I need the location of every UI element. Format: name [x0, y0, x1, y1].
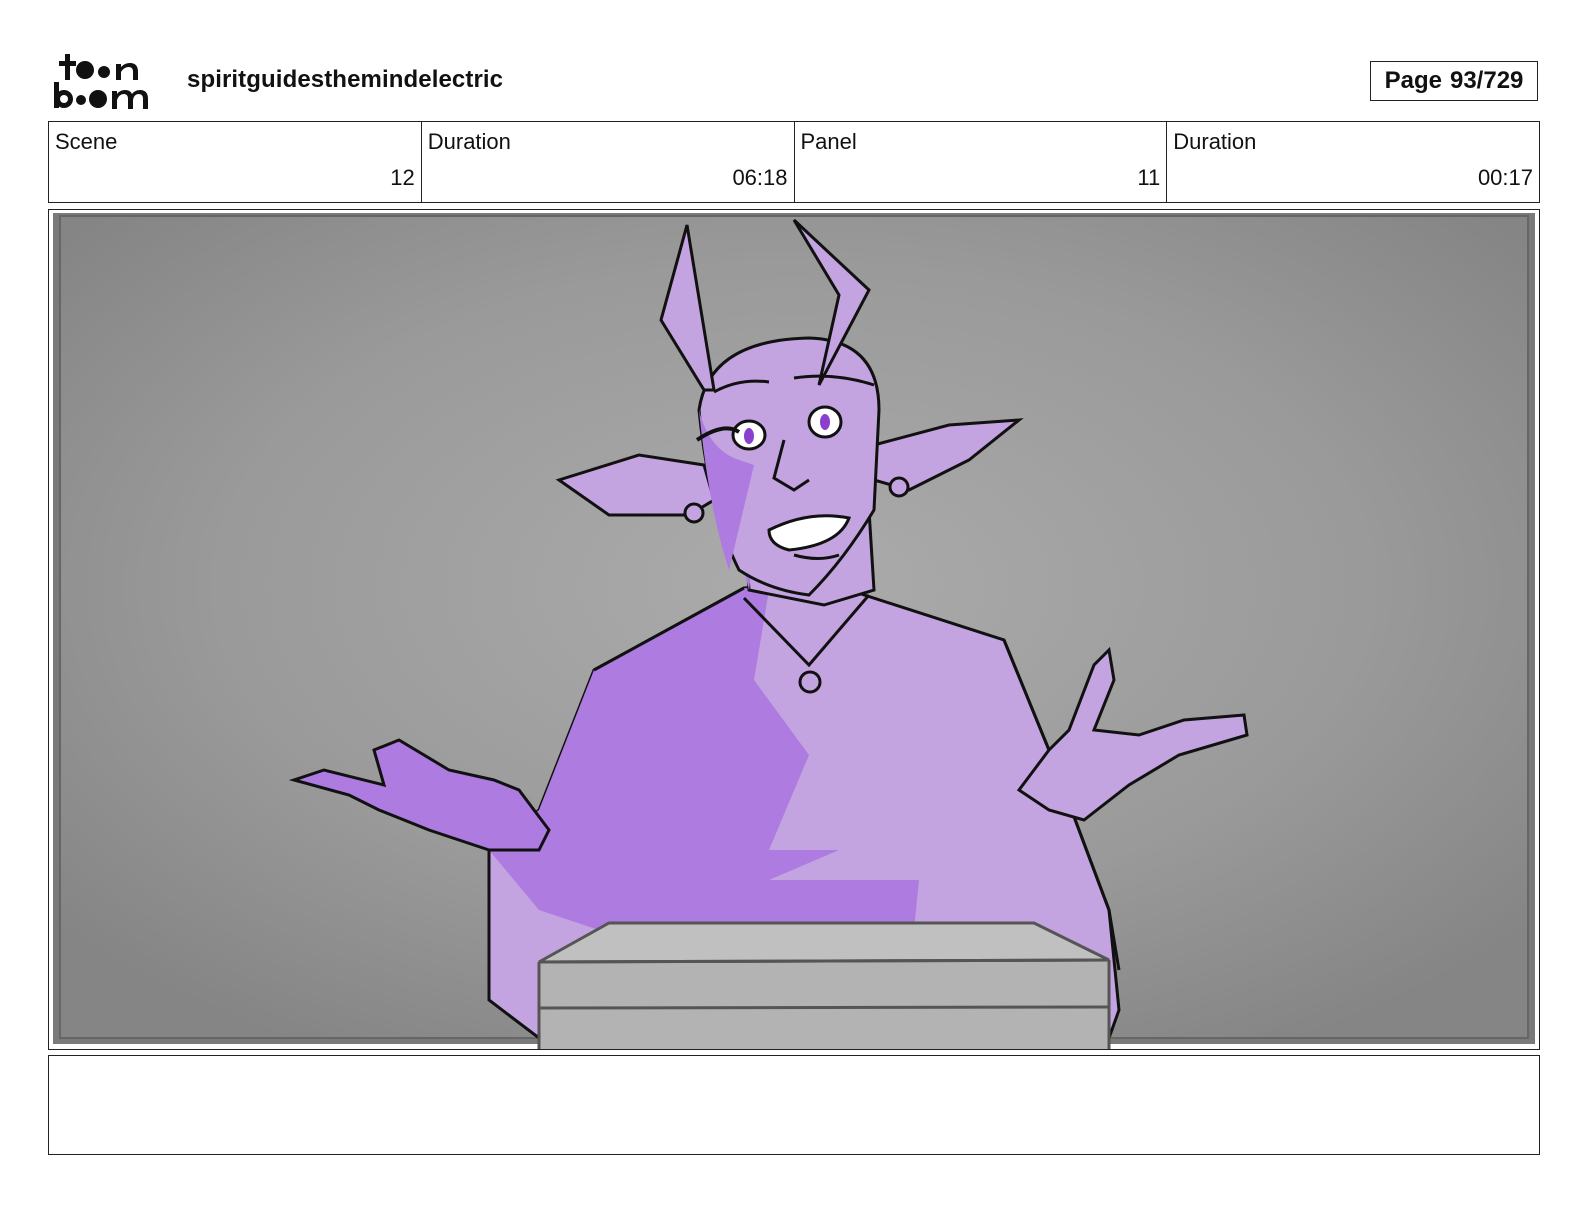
- scene-duration-value: 06:18: [732, 165, 788, 190]
- panel-notes: [48, 1055, 1540, 1155]
- scene-duration-cell: Duration 06:18: [422, 122, 795, 202]
- scene-label: Scene: [55, 129, 118, 154]
- scene-duration-label: Duration: [427, 129, 511, 154]
- panel-value: 11: [1137, 165, 1161, 190]
- info-row: Scene 12 Duration 06:18 Panel 11 Duratio…: [48, 121, 1540, 203]
- page-indicator: Page 93/729: [1370, 61, 1538, 101]
- panel-label: Panel: [800, 129, 857, 154]
- scene-value: 12: [390, 165, 415, 190]
- panel-duration-cell: Duration 00:17: [1167, 122, 1539, 202]
- panel-duration-label: Duration: [1173, 129, 1257, 154]
- panel-duration-value: 00:17: [1477, 165, 1533, 190]
- storyboard-drawing: [49, 210, 1539, 1049]
- page-label: Page: [1384, 67, 1442, 94]
- page-number: 93/729: [1449, 67, 1524, 94]
- scene-cell: Scene 12: [49, 122, 422, 202]
- panel-cell: Panel 11: [795, 122, 1168, 202]
- panel-frame: [48, 209, 1540, 1050]
- toonboom-logo-icon: [54, 54, 148, 109]
- project-title: spiritguidesthemindelectric: [187, 66, 504, 93]
